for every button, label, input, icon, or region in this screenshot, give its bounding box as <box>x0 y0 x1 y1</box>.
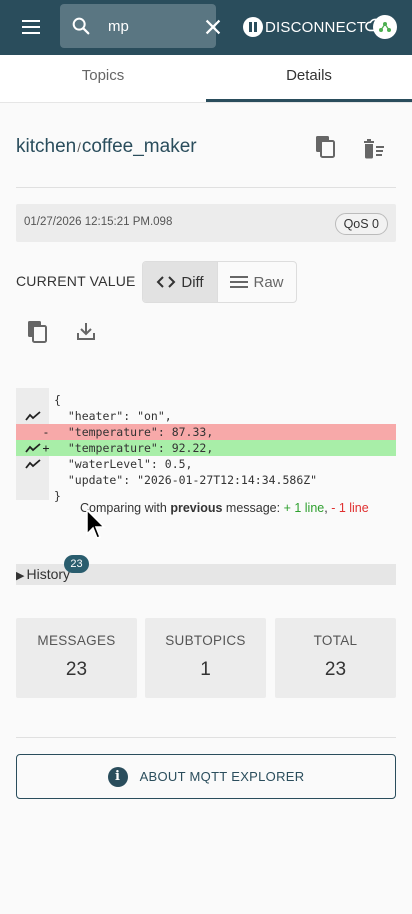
diff-line-text: "temperature": 92.22, <box>54 441 214 455</box>
active-tab-indicator <box>206 99 412 102</box>
diff-label: Diff <box>181 273 204 291</box>
qos-badge: QoS 0 <box>334 213 388 235</box>
menu-icon-bar <box>22 32 40 34</box>
topic-separator: / <box>77 140 81 155</box>
divider <box>16 187 396 188</box>
copy-topic-icon[interactable] <box>315 135 337 159</box>
stat-value: 23 <box>324 659 347 680</box>
app-bar: DISCONNECT <box>0 0 412 55</box>
disconnect-label: DISCONNECT <box>265 18 367 36</box>
raw-label: Raw <box>253 273 284 291</box>
trend-chart-icon[interactable] <box>25 459 41 469</box>
current-value-label: CURRENT VALUE <box>16 273 136 289</box>
menu-icon-bar <box>22 26 40 28</box>
about-button[interactable]: i ABOUT MQTT EXPLORER <box>16 754 396 799</box>
lines-icon <box>230 276 249 288</box>
connection-avatar[interactable] <box>373 15 397 39</box>
stat-total: TOTAL 23 <box>275 618 396 698</box>
diff-line-text: "heater": "on", <box>54 409 172 423</box>
diff-line-added: + "temperature": 92.22, <box>16 440 396 456</box>
divider <box>16 737 396 738</box>
stat-subtopics: SUBTOPICS 1 <box>145 618 266 698</box>
diff-line-text: { <box>54 393 61 407</box>
tab-details[interactable]: Details <box>206 55 412 103</box>
diff-mark: + <box>42 441 50 455</box>
delete-topic-icon[interactable] <box>362 138 386 160</box>
history-count-badge: 23 <box>64 555 89 573</box>
raw-toggle-button[interactable]: Raw <box>218 262 296 302</box>
stat-label: MESSAGES <box>37 633 116 648</box>
stat-label: TOTAL <box>313 633 358 648</box>
stat-label: SUBTOPICS <box>165 633 246 648</box>
diff-line-context: "heater": "on", <box>16 408 396 424</box>
view-mode-toggle: Diff Raw <box>142 261 297 303</box>
clear-search-icon[interactable] <box>202 16 224 38</box>
menu-button[interactable] <box>22 16 54 38</box>
diff-line-text: } <box>54 489 61 503</box>
pause-icon <box>243 17 263 37</box>
message-meta: 01/27/2026 12:15:21 PM.098 QoS 0 <box>16 204 396 242</box>
history-label: History <box>26 566 71 582</box>
diff-toggle-button[interactable]: Diff <box>143 262 218 302</box>
code-icon <box>156 276 176 288</box>
trend-chart-icon[interactable] <box>25 411 41 421</box>
about-label: ABOUT MQTT EXPLORER <box>139 769 305 784</box>
added-summary: + 1 line <box>283 501 325 515</box>
stat-messages: MESSAGES 23 <box>16 618 137 698</box>
diff-line-context: { <box>16 392 396 408</box>
expand-arrow-icon: ▶ <box>16 570 25 582</box>
diff-line-context: "update": "2026-01-27T12:14:34.586Z" <box>16 472 396 488</box>
disconnect-button[interactable]: DISCONNECT <box>243 16 366 38</box>
diff-line-context: "waterLevel": 0.5, <box>16 456 396 472</box>
diff-summary: Comparing with previous message: + 1 lin… <box>80 501 369 515</box>
diff-line-text: "waterLevel": 0.5, <box>54 457 193 471</box>
compare-prefix: Comparing with <box>80 501 171 515</box>
menu-icon-bar <box>22 20 40 22</box>
search-icon <box>72 17 90 35</box>
tab-topics[interactable]: Topics <box>0 55 206 103</box>
topic-breadcrumb: kitchen/coffee_maker <box>16 136 197 158</box>
message-timestamp: 01/27/2026 12:15:21 PM.098 <box>24 216 173 228</box>
topic-parent[interactable]: kitchen <box>16 136 76 157</box>
copy-value-icon[interactable] <box>27 320 49 344</box>
network-icon <box>379 22 391 32</box>
search-input[interactable] <box>108 14 198 38</box>
diff-mark: - <box>42 425 50 439</box>
topic-name: coffee_maker <box>81 136 197 157</box>
diff-line-text: "update": "2026-01-27T12:14:34.586Z" <box>54 473 318 487</box>
trend-chart-icon[interactable] <box>25 443 41 453</box>
removed-summary: - 1 line <box>331 501 369 515</box>
download-icon[interactable] <box>76 321 96 341</box>
compare-ref: previous <box>170 501 223 515</box>
compare-mid: message: <box>222 501 284 515</box>
tab-bar: Topics Details <box>0 55 412 103</box>
diff-line-text: "temperature": 87.33, <box>54 425 214 439</box>
stat-value: 23 <box>65 659 88 680</box>
diff-view: { "heater": "on", - "temperature": 87.33,… <box>16 388 396 503</box>
diff-line-removed: - "temperature": 87.33, <box>16 424 396 440</box>
search-box <box>60 4 216 48</box>
info-icon: i <box>107 766 128 787</box>
stat-value: 1 <box>200 659 211 680</box>
